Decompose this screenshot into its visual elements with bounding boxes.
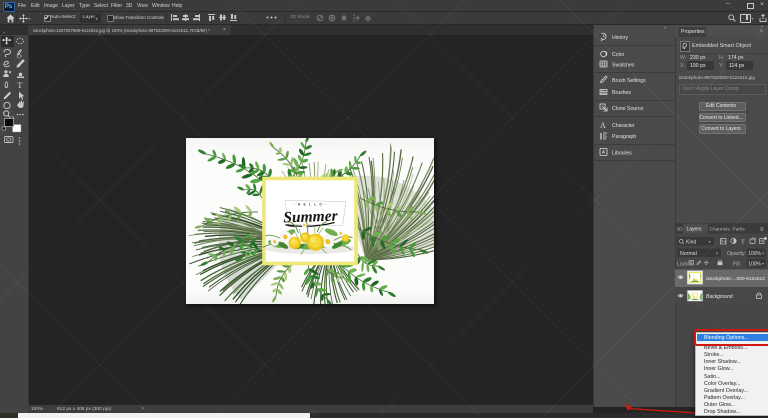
svg-text:Opacity:: Opacity: — [727, 251, 746, 257]
svg-text:100%: 100% — [748, 261, 761, 267]
svg-text:History: History — [612, 35, 629, 41]
svg-text:≡: ≡ — [760, 227, 764, 233]
svg-text:Paths: Paths — [733, 226, 746, 232]
svg-text:T: T — [741, 239, 745, 246]
svg-text:100%: 100% — [748, 251, 761, 257]
svg-text:Normal: Normal — [680, 251, 697, 257]
svg-text:T: T — [17, 80, 23, 90]
svg-text:▾: ▾ — [709, 239, 711, 244]
svg-text:Libraries: Libraries — [612, 151, 632, 157]
svg-text:Brushes: Brushes — [612, 90, 631, 96]
svg-text:Brush Settings: Brush Settings — [612, 78, 646, 84]
svg-text:Background: Background — [706, 294, 733, 300]
svg-text:· H E L L O ·: · H E L L O · — [294, 203, 328, 207]
svg-text:Color: Color — [612, 52, 625, 58]
svg-text:istockphoto-...000-612x612: istockphoto-...000-612x612 — [706, 276, 765, 282]
svg-text:Swatches: Swatches — [612, 63, 635, 69]
svg-text:Layers: Layers — [687, 226, 703, 232]
svg-text:3D: 3D — [677, 226, 684, 232]
svg-text:Channels: Channels — [710, 226, 731, 232]
svg-text:Clone Source: Clone Source — [612, 106, 644, 112]
svg-text:A: A — [600, 121, 606, 130]
svg-text:▾: ▾ — [716, 251, 718, 256]
svg-text:▾: ▾ — [762, 261, 764, 266]
svg-text:Paragraph: Paragraph — [612, 134, 636, 140]
svg-text:Lock:: Lock: — [677, 261, 689, 267]
svg-text:Fill:: Fill: — [733, 261, 741, 267]
svg-text:▾: ▾ — [762, 251, 764, 256]
svg-text:Kind: Kind — [686, 239, 696, 245]
svg-text:Character: Character — [612, 123, 635, 129]
